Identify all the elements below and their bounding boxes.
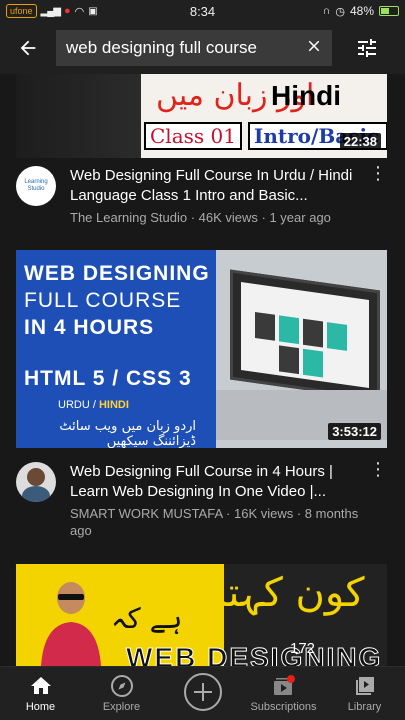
battery-icon bbox=[379, 6, 399, 16]
battery-percent: 48% bbox=[349, 4, 374, 18]
upload-age: 1 year ago bbox=[269, 210, 331, 225]
signal-icon: ▂▄▆ bbox=[40, 5, 61, 17]
thumbnail-line-5: URDU / HINDI bbox=[24, 399, 216, 411]
nav-create[interactable] bbox=[162, 667, 243, 720]
bottom-navigation: Home Explore Subscriptions Library bbox=[0, 666, 405, 720]
search-header: web designing full course bbox=[0, 22, 405, 74]
avatar-text: Learning Studio bbox=[24, 179, 48, 192]
nav-label: Library bbox=[347, 701, 382, 713]
thumbnail-class-text: Class 01 bbox=[144, 122, 242, 150]
channel-avatar[interactable] bbox=[16, 462, 56, 502]
channel-name: SMART WORK MUSTAFA bbox=[70, 506, 223, 521]
nav-explore[interactable]: Explore bbox=[81, 667, 162, 720]
video-meta: Web Designing Full Course in 4 Hours | L… bbox=[16, 459, 387, 539]
video-title[interactable]: Web Designing Full Course in 4 Hours | L… bbox=[70, 462, 369, 502]
thumbnail-hindi-text: Hindi bbox=[271, 80, 341, 111]
filter-icon bbox=[358, 39, 376, 57]
thumbnail-urdu-text: کون کہتا bbox=[216, 570, 365, 616]
nav-label: Explore bbox=[102, 701, 141, 713]
subscriptions-icon bbox=[273, 675, 295, 695]
notification-icon: ● bbox=[64, 5, 71, 17]
view-count: 46K views bbox=[198, 210, 258, 225]
thumbnail-line-6: اردو زبان میں ویب سائٹ ڈیزائننگ سیکھیں bbox=[59, 419, 196, 448]
nav-subscriptions[interactable]: Subscriptions bbox=[243, 667, 324, 720]
back-button[interactable] bbox=[0, 22, 56, 74]
video-thumbnail[interactable]: WEB DESIGNING FULL COURSE IN 4 HOURS HTM… bbox=[16, 250, 387, 448]
thumbnail-urdu-text-2: ہے کہ bbox=[111, 602, 183, 635]
status-bar: ufone ▂▄▆ ● ◠ ▣ 8:34 ∩ ◷ 48% bbox=[0, 0, 405, 22]
headphone-icon: ∩ bbox=[322, 5, 331, 17]
library-icon bbox=[355, 677, 374, 695]
filter-button[interactable] bbox=[332, 22, 402, 74]
channel-avatar[interactable]: Learning Studio bbox=[16, 166, 56, 206]
thumbnail-line-1: WEB DESIGNING bbox=[24, 262, 210, 285]
nav-library[interactable]: Library bbox=[324, 667, 405, 720]
more-options-button[interactable]: ⋮ bbox=[369, 459, 387, 539]
video-duration: 22:38 bbox=[339, 133, 381, 150]
thumbnail-line-2: FULL COURSE bbox=[24, 289, 182, 312]
video-meta: Learning Studio Web Designing Full Cours… bbox=[16, 163, 387, 226]
compass-icon bbox=[110, 675, 133, 697]
view-count: 16K views bbox=[233, 506, 294, 521]
wifi-icon: ◠ bbox=[74, 5, 85, 18]
overlay-count: 172 bbox=[290, 640, 316, 657]
nav-label: Subscriptions bbox=[250, 701, 317, 713]
presenter-image bbox=[16, 74, 141, 158]
video-duration: 3:53:12 bbox=[328, 423, 381, 440]
thumbnail-title-panel: WEB DESIGNING FULL COURSE IN 4 HOURS HTM… bbox=[16, 250, 216, 448]
nav-label: Home bbox=[25, 701, 56, 713]
search-query: web designing full course bbox=[66, 38, 257, 57]
more-vert-icon: ⋮ bbox=[369, 459, 387, 479]
close-icon bbox=[308, 40, 320, 52]
home-icon bbox=[30, 677, 51, 694]
thumbnail-hindi-label: HINDI bbox=[98, 399, 129, 411]
nav-home[interactable]: Home bbox=[0, 667, 81, 720]
video-title[interactable]: Web Designing Full Course In Urdu / Hind… bbox=[70, 166, 369, 206]
video-subtitle: SMART WORK MUSTAFA · 16K views · 8 month… bbox=[70, 506, 359, 538]
thumbnail-urdu-label: URDU / bbox=[58, 399, 99, 411]
channel-name: The Learning Studio bbox=[70, 210, 188, 225]
arrow-left-icon bbox=[20, 40, 36, 56]
search-input[interactable]: web designing full course bbox=[56, 30, 332, 66]
thumbnail-web-text: WEB DESIGNING bbox=[125, 642, 383, 667]
presenter-image bbox=[41, 582, 101, 666]
more-options-button[interactable]: ⋮ bbox=[369, 163, 387, 226]
laptop-image bbox=[230, 269, 380, 401]
alarm-icon: ◷ bbox=[335, 5, 345, 18]
video-subtitle: The Learning Studio · 46K views · 1 year… bbox=[70, 210, 331, 225]
video-thumbnail[interactable]: کون کہتا ہے کہ WEB DESIGNING bbox=[16, 564, 387, 666]
create-icon bbox=[183, 673, 222, 711]
clear-search-button[interactable] bbox=[296, 35, 332, 61]
thumbnail-line-4: HTML 5 / CSS 3 bbox=[24, 367, 192, 390]
thumbnail-line-3: IN 4 HOURS bbox=[24, 316, 155, 339]
video-thumbnail[interactable]: اور زبان میں Hindi Class 01 Intro/Basic … bbox=[16, 74, 387, 158]
image-icon: ▣ bbox=[88, 5, 98, 17]
more-vert-icon: ⋮ bbox=[369, 163, 387, 183]
carrier-label: ufone bbox=[6, 4, 37, 18]
